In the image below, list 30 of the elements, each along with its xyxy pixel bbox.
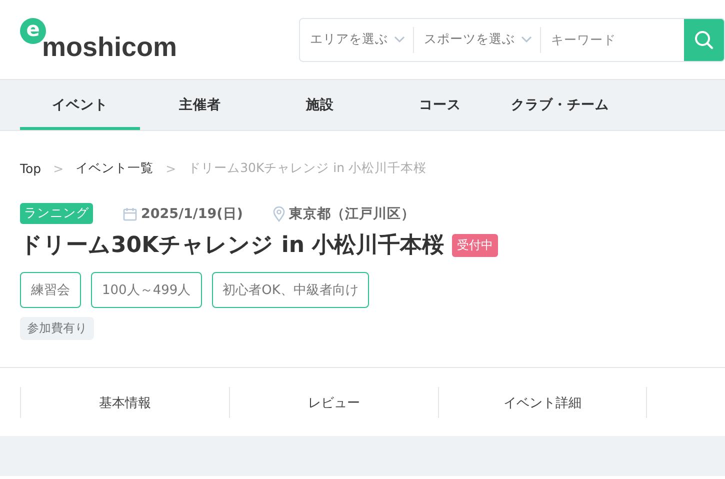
chevron-down-icon — [394, 36, 405, 43]
event-date: 2025/1/19(日) — [141, 204, 243, 222]
area-select[interactable]: エリアを選ぶ — [300, 26, 414, 52]
category-badge: ランニング — [20, 203, 93, 224]
nav-tab[interactable]: 主催者 — [140, 80, 260, 130]
breadcrumb-separator: > — [53, 160, 64, 176]
breadcrumb-link[interactable]: イベント一覧 — [76, 160, 154, 176]
chevron-down-icon — [521, 36, 532, 43]
fee-tag: 参加費有り — [20, 317, 94, 340]
nav-tab[interactable]: クラブ・チーム — [500, 80, 620, 130]
event-tag: 練習会 — [20, 272, 81, 308]
nav-tab[interactable]: コース — [380, 80, 500, 130]
location-pin-icon — [272, 206, 285, 222]
section-tab[interactable]: レビュー — [229, 387, 438, 418]
event-tag: 100人～499人 — [91, 272, 202, 308]
event-tag: 初心者OK、中級者向け — [212, 272, 370, 308]
breadcrumb-separator: > — [166, 160, 176, 176]
section-tab[interactable]: 基本情報 — [20, 387, 229, 418]
status-badge: 受付中 — [452, 234, 498, 256]
event-title: ドリーム30Kチャレンジ in 小松川千本桜 — [20, 232, 444, 260]
breadcrumb-current: ドリーム30Kチャレンジ in 小松川千本桜 — [188, 160, 427, 176]
nav-tab[interactable]: イベント — [20, 80, 140, 130]
calendar-icon — [123, 206, 137, 220]
search-bar[interactable]: エリアを選ぶ スポーツを選ぶ キーワード — [299, 18, 725, 62]
section-tab[interactable]: イベント詳細 — [438, 387, 647, 418]
nav-tab[interactable]: 施設 — [260, 80, 380, 130]
search-button[interactable] — [684, 18, 724, 60]
search-icon — [694, 30, 714, 50]
breadcrumb-link[interactable]: Top — [20, 160, 42, 176]
event-location: 東京都（江戸川区） — [288, 204, 415, 222]
